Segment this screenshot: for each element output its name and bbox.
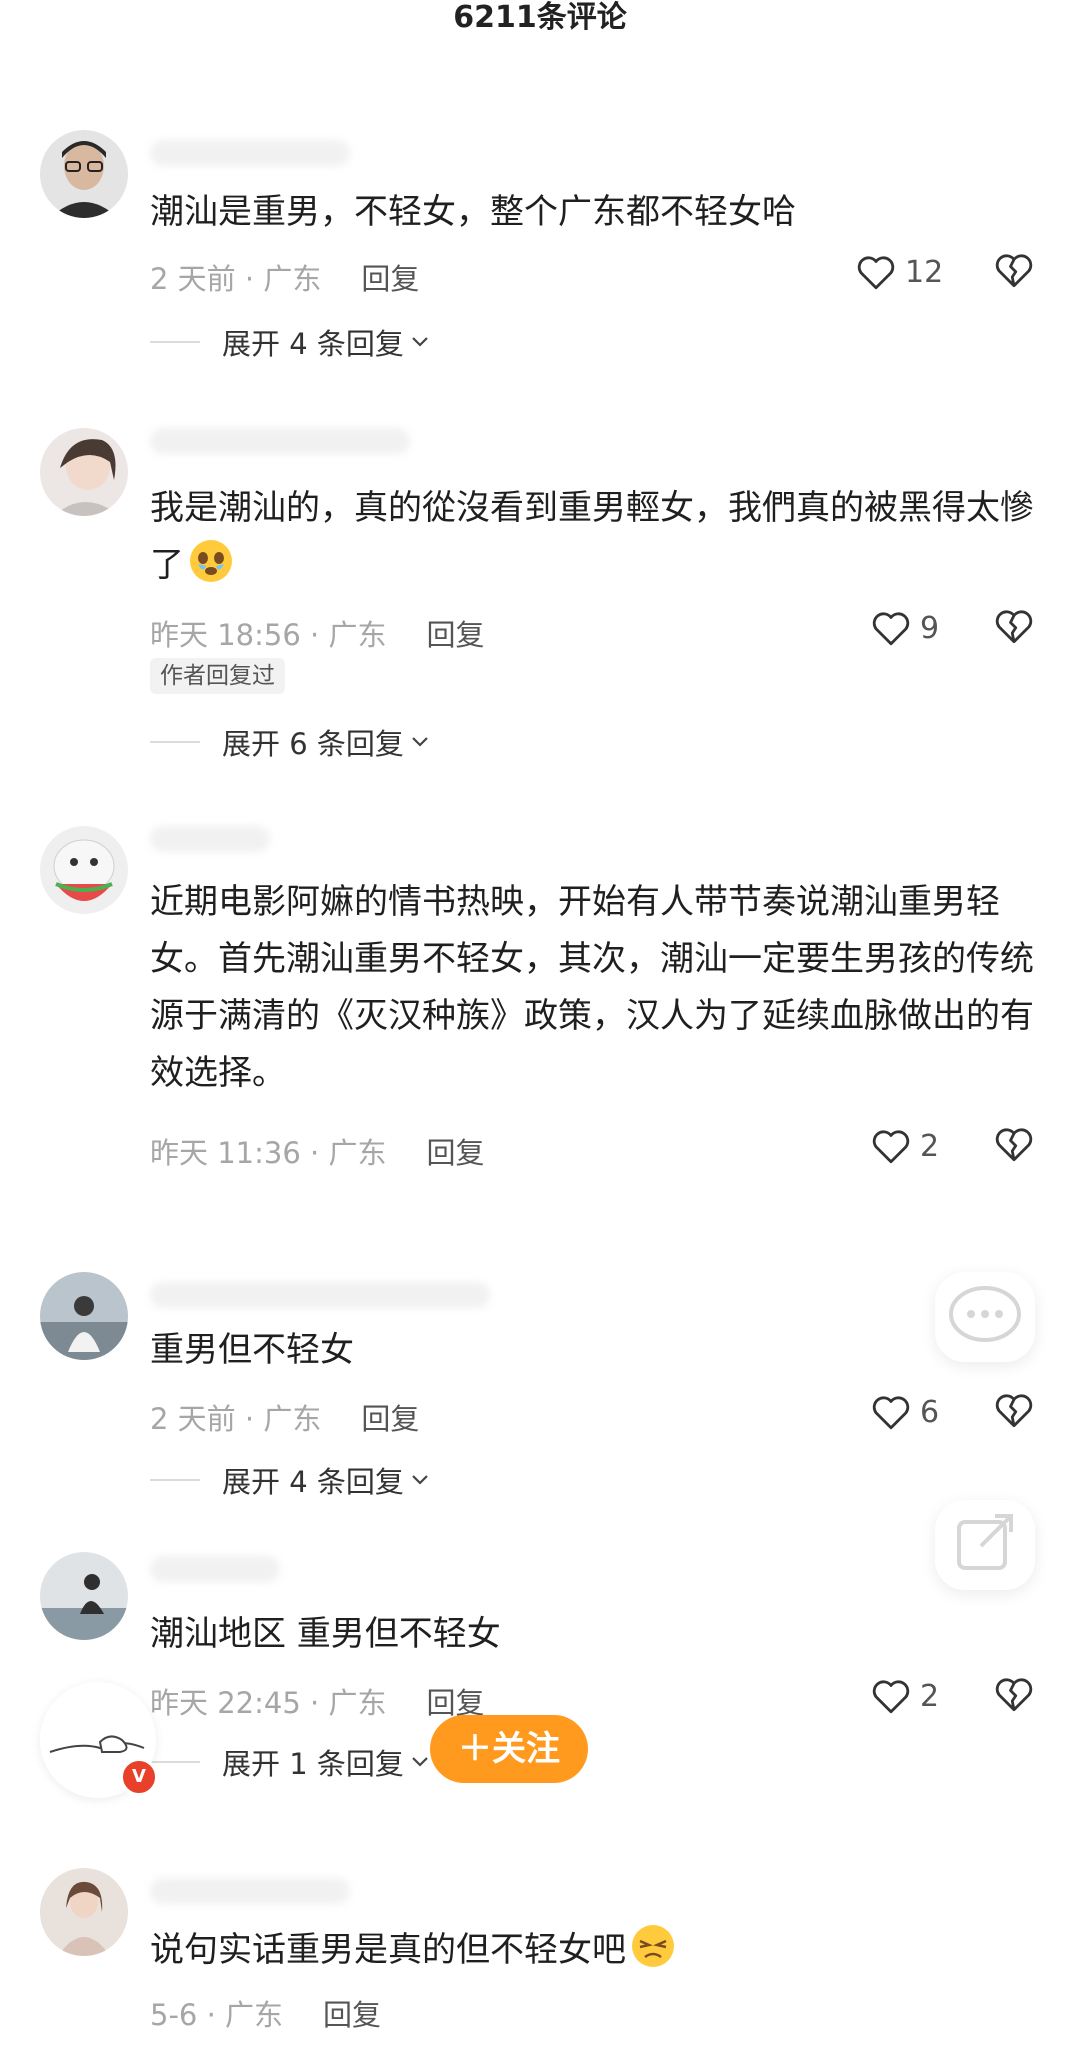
comment-meta: 昨天 11:36 · 广东 回复 [150, 1130, 484, 1172]
heart-icon [872, 1130, 910, 1164]
divider-line [150, 341, 200, 343]
broken-heart-icon [995, 1128, 1033, 1162]
author-replied-badge: 作者回复过 [150, 658, 285, 694]
comments-header: 6211条评论 [0, 0, 1080, 36]
comment-meta: 5-6 · 广东 回复 [150, 1992, 381, 2034]
comment-time-location: 昨天 11:36 · 广东 [150, 1136, 387, 1170]
sad-emoji-icon [630, 1923, 676, 1969]
like-button[interactable]: 2 [870, 1122, 939, 1170]
like-button[interactable]: 9 [870, 604, 939, 652]
comment-meta: 2 天前 · 广东 回复 [150, 256, 419, 298]
comment-bubble-icon [949, 1286, 1021, 1342]
verified-badge-icon: V [120, 1758, 158, 1796]
like-count: 2 [920, 1678, 940, 1714]
expand-replies-label: 展开 6 条回复 [222, 727, 404, 761]
avatar[interactable] [40, 1272, 128, 1360]
expand-replies[interactable]: 展开 1 条回复 [150, 1742, 430, 1782]
username-blurred[interactable] [150, 1556, 280, 1582]
expand-replies[interactable]: 展开 4 条回复 [150, 1460, 430, 1500]
comment-count-title: 6211条评论 [453, 0, 627, 35]
comment-meta: 昨天 22:45 · 广东 回复 [150, 1680, 484, 1722]
comment-meta: 昨天 18:56 · 广东 回复 [150, 612, 484, 654]
broken-heart-icon [995, 610, 1033, 644]
comment-time-location: 2 天前 · 广东 [150, 262, 322, 296]
broken-heart-icon [995, 254, 1033, 288]
comment-text: 潮汕地区 重男但不轻女 [150, 1614, 501, 1654]
divider-line [150, 741, 200, 743]
reply-button[interactable]: 回复 [323, 1998, 381, 2032]
divider-line [150, 1479, 200, 1481]
chevron-down-icon [412, 337, 428, 347]
comment-text: 近期电影阿嫲的情书热映，开始有人带节奏说潮汕重男轻女。首先潮汕重男不轻女，其次，… [150, 882, 1034, 1093]
comment-time-location: 2 天前 · 广东 [150, 1402, 322, 1436]
avatar[interactable] [40, 1552, 128, 1640]
share-float-button[interactable] [935, 1500, 1035, 1590]
comment-time-location: 昨天 18:56 · 广东 [150, 618, 387, 652]
expand-replies[interactable]: 展开 6 条回复 [150, 722, 430, 762]
heart-icon [872, 1680, 910, 1714]
comment-text: 我是潮汕的，真的從沒看到重男輕女，我們真的被黑得太慘了 [150, 480, 1040, 594]
avatar[interactable] [40, 428, 128, 516]
like-button[interactable]: 12 [855, 248, 943, 296]
expand-replies-label: 展开 1 条回复 [222, 1747, 404, 1781]
follow-button[interactable]: ＋关注 [430, 1715, 588, 1783]
like-count: 6 [920, 1394, 940, 1430]
divider-line [150, 1761, 200, 1763]
username-blurred[interactable] [150, 826, 270, 852]
comment-text: 潮汕是重男，不轻女，整个广东都不轻女哈 [150, 192, 796, 232]
avatar[interactable] [40, 130, 128, 218]
like-count: 2 [920, 1128, 940, 1164]
dislike-button[interactable] [993, 250, 1037, 294]
heart-icon [872, 612, 910, 646]
chevron-down-icon [412, 737, 428, 747]
comment-time-location: 5-6 · 广东 [150, 1998, 284, 2032]
reply-button[interactable]: 回复 [361, 1402, 419, 1436]
username-blurred[interactable] [150, 1878, 350, 1904]
reply-button[interactable]: 回复 [426, 618, 484, 652]
expand-replies-label: 展开 4 条回复 [222, 327, 404, 361]
crying-emoji-icon [188, 538, 234, 584]
like-count: 12 [905, 254, 944, 290]
dislike-button[interactable] [993, 1124, 1037, 1168]
expand-replies[interactable]: 展开 4 条回复 [150, 322, 430, 362]
chevron-down-icon [412, 1475, 428, 1485]
heart-icon [872, 1396, 910, 1430]
comment-float-button[interactable] [935, 1272, 1035, 1362]
heart-icon [857, 256, 895, 290]
avatar[interactable] [40, 1868, 128, 1956]
like-count: 9 [920, 610, 940, 646]
username-blurred[interactable] [150, 140, 350, 166]
dislike-button[interactable] [993, 1674, 1037, 1718]
username-blurred[interactable] [150, 428, 410, 454]
username-blurred[interactable] [150, 1282, 490, 1308]
comment-text: 说句实话重男是真的但不轻女吧 [150, 1922, 1040, 1979]
expand-replies-label: 展开 4 条回复 [222, 1465, 404, 1499]
comment-meta: 2 天前 · 广东 回复 [150, 1396, 419, 1438]
comment-text: 重男但不轻女 [150, 1330, 354, 1370]
like-button[interactable]: 6 [870, 1388, 939, 1436]
comment-time-location: 昨天 22:45 · 广东 [150, 1686, 387, 1720]
comment-text-content: 说句实话重男是真的但不轻女吧 [150, 1930, 626, 1970]
dislike-button[interactable] [993, 606, 1037, 650]
broken-heart-icon [995, 1394, 1033, 1428]
broken-heart-icon [995, 1678, 1033, 1712]
chevron-down-icon [412, 1757, 428, 1767]
comment-text-content: 我是潮汕的，真的從沒看到重男輕女，我們真的被黑得太慘了 [150, 488, 1034, 585]
avatar[interactable] [40, 826, 128, 914]
reply-button[interactable]: 回复 [361, 262, 419, 296]
reply-button[interactable]: 回复 [426, 1136, 484, 1170]
share-icon [957, 1514, 1013, 1570]
dislike-button[interactable] [993, 1390, 1037, 1434]
like-button[interactable]: 2 [870, 1672, 939, 1720]
